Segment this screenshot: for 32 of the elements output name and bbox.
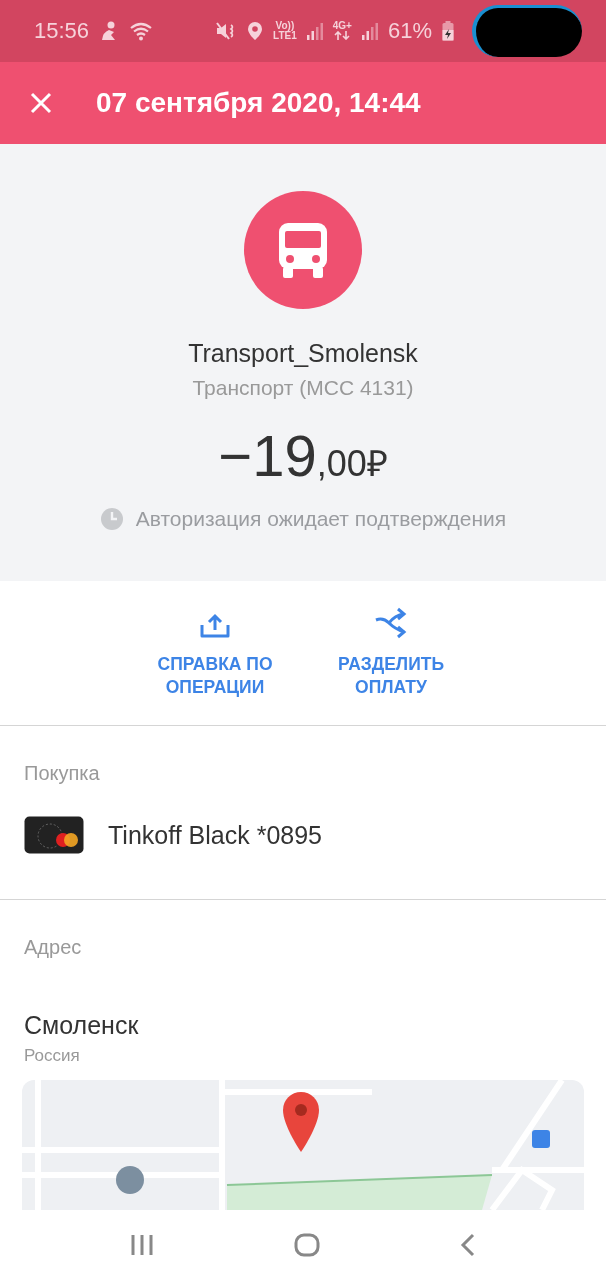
action-button[interactable]: РАЗДЕЛИТЬ ОПЛАТУ — [321, 607, 461, 725]
action-button[interactable]: СПРАВКА ПО ОПЕРАЦИИ — [145, 607, 285, 725]
section-heading: Покупка — [23, 761, 101, 785]
recent-apps-icon[interactable] — [130, 1234, 154, 1256]
split-arrows-icon — [374, 607, 408, 640]
city-name: Смоленск — [23, 1010, 140, 1040]
merchant-category: Транспорт (MCC 4131) — [192, 375, 414, 400]
network-label: LTE1 — [273, 30, 297, 41]
card-name[interactable]: Tinkoff Black *0895 — [108, 820, 322, 850]
signal-icon — [306, 21, 323, 40]
network-label: Vo)) — [275, 20, 295, 31]
battery-icon — [442, 20, 454, 41]
close-icon[interactable] — [30, 91, 52, 114]
location-icon — [247, 20, 264, 41]
status-text: Авторизация ожидает подтверждения — [135, 506, 507, 531]
upload-icon — [199, 613, 231, 640]
clock-icon — [99, 506, 124, 531]
bus-icon — [276, 220, 330, 279]
country-name: Россия — [23, 1045, 81, 1066]
home-icon[interactable] — [294, 1233, 320, 1257]
amount: −19,00₽ — [218, 421, 388, 489]
wifi-icon — [129, 20, 154, 41]
section-heading: Адрес — [23, 935, 83, 959]
bank-card-icon — [24, 816, 84, 854]
merchant-name: Transport_Smolensk — [188, 338, 418, 368]
battery-percent: 61% — [387, 17, 432, 44]
signal-icon — [361, 21, 378, 40]
network-label: 4G+ — [332, 21, 352, 32]
back-icon[interactable] — [460, 1233, 476, 1257]
data-arrows-icon — [334, 31, 351, 41]
clock-time: 15:56 — [34, 17, 90, 44]
header-title: 07 сентября 2020, 14:44 — [96, 86, 421, 119]
